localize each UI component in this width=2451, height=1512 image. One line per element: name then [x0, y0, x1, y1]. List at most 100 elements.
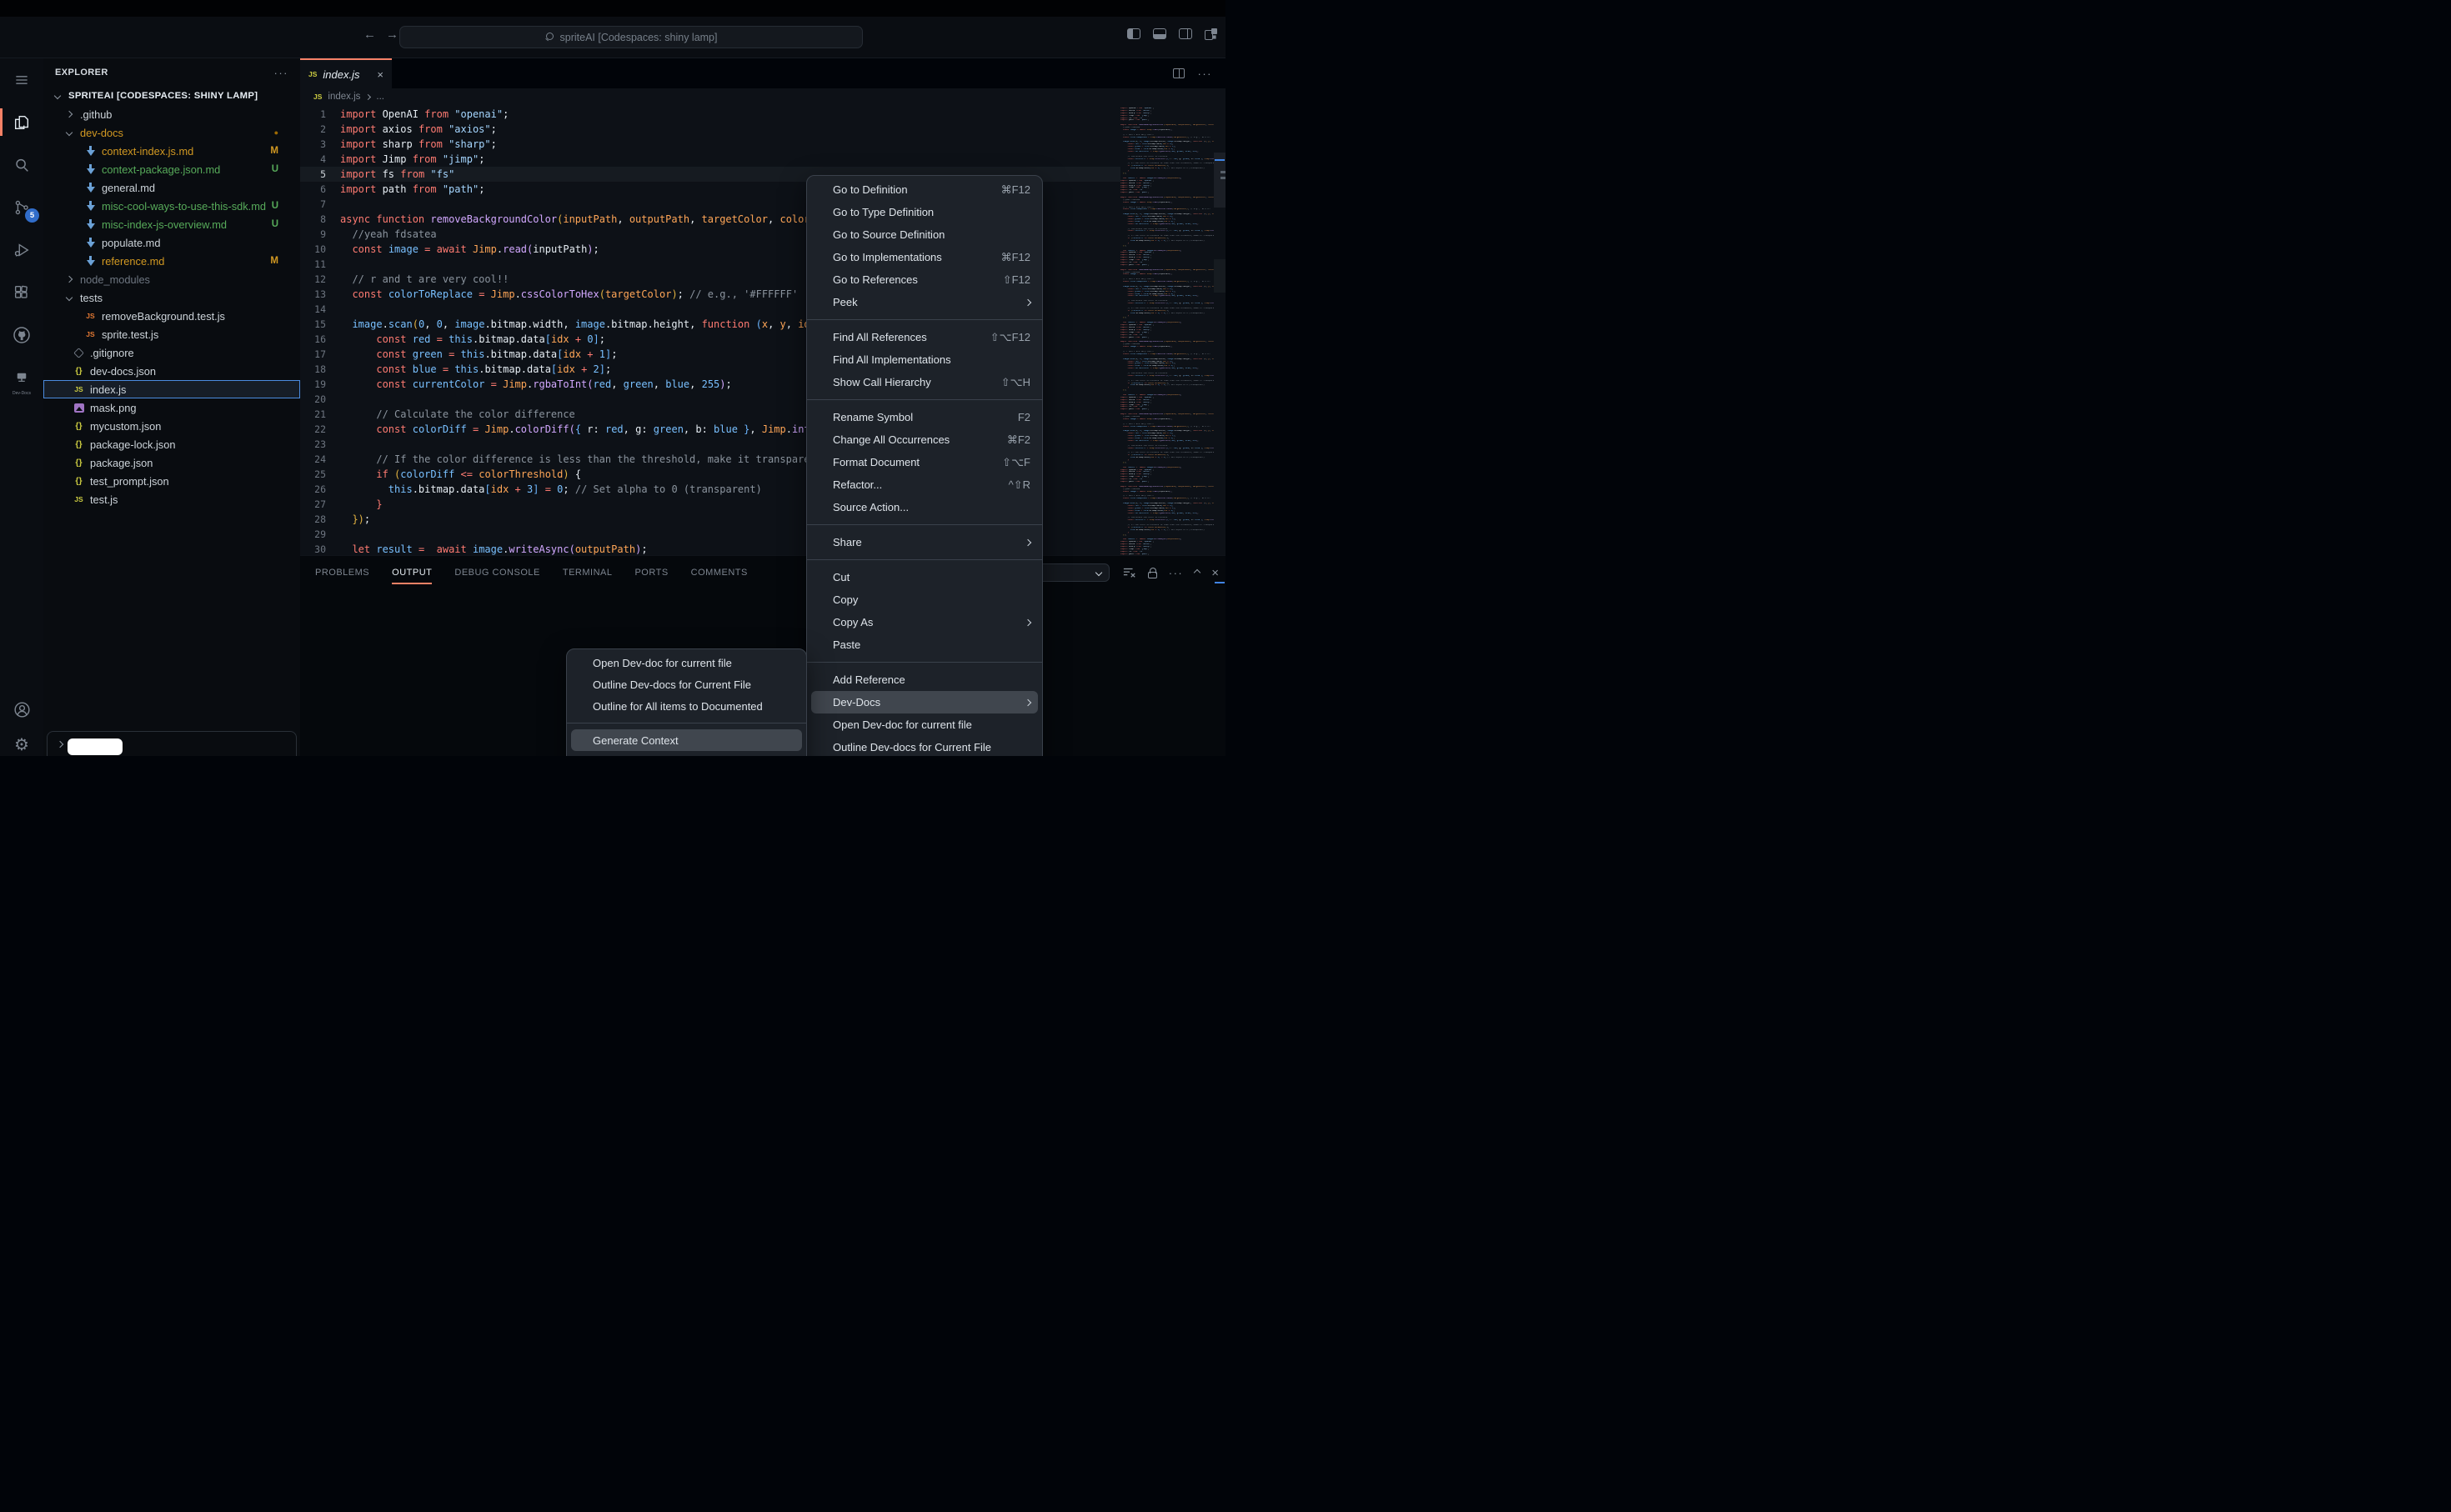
tree-item-test-js[interactable]: JStest.js — [43, 490, 300, 508]
menu-item-change-all-occurrences[interactable]: Change All Occurrences⌘F2 — [807, 428, 1042, 451]
code-line-3[interactable]: 3import sharp from "sharp"; — [300, 137, 1120, 152]
menu-item-cut[interactable]: Cut — [807, 566, 1042, 588]
split-editor-icon[interactable] — [1173, 68, 1185, 78]
tree-item-tests[interactable]: tests — [43, 288, 300, 307]
toggle-panel-icon[interactable] — [1153, 28, 1166, 39]
github-icon[interactable] — [0, 313, 43, 356]
menu-item-paste[interactable]: Paste — [807, 633, 1042, 656]
tree-item-mask-png[interactable]: mask.png — [43, 398, 300, 417]
menu-item-dev-docs[interactable]: Dev-Docs — [811, 691, 1038, 713]
customize-layout-icon[interactable] — [1205, 28, 1217, 39]
tree-item-dev-docs-json[interactable]: {}dev-docs.json — [43, 362, 300, 380]
submenu-item-generate-context[interactable]: Generate Context — [571, 729, 802, 751]
clear-output-icon[interactable] — [1123, 567, 1136, 578]
extensions-icon[interactable] — [0, 271, 43, 313]
line-number: 20 — [300, 392, 340, 407]
lock-icon[interactable] — [1148, 572, 1157, 578]
tree-item-mycustom-json[interactable]: {}mycustom.json — [43, 417, 300, 435]
history-forward-icon[interactable]: → — [386, 28, 398, 42]
panel-tab-output[interactable]: OUTPUT — [392, 556, 432, 589]
tab-index-js[interactable]: JS index.js × — [300, 58, 392, 88]
line-number: 27 — [300, 497, 340, 512]
menu-item-share[interactable]: Share — [807, 531, 1042, 553]
history-back-icon[interactable]: ← — [363, 28, 376, 42]
menu-item-find-all-references[interactable]: Find All References⇧⌥F12 — [807, 326, 1042, 348]
code-text: import axios from "axios"; — [340, 122, 497, 137]
menu-item-go-to-source-definition[interactable]: Go to Source Definition — [807, 223, 1042, 246]
menu-icon[interactable] — [0, 58, 43, 101]
tree-item-general-md[interactable]: general.md — [43, 178, 300, 197]
source-control-icon[interactable]: 5 — [0, 186, 43, 228]
menu-item-outline-dev-docs-for-current-file[interactable]: Outline Dev-docs for Current File — [807, 736, 1042, 756]
code-line-1[interactable]: 1import OpenAI from "openai"; — [300, 107, 1120, 122]
submenu-item-generate-context-to-md[interactable]: Generate Context to MD — [567, 751, 806, 756]
tree-item-misc-cool-ways-to-use-this-sdk-md[interactable]: misc-cool-ways-to-use-this-sdk.mdU — [43, 197, 300, 215]
explorer-icon[interactable] — [0, 101, 43, 143]
menu-item-find-all-implementations[interactable]: Find All Implementations — [807, 348, 1042, 371]
tree-item-gitignore[interactable]: .gitignore — [43, 343, 300, 362]
menu-item-copy-as[interactable]: Copy As — [807, 611, 1042, 633]
tree-item-github[interactable]: .github — [43, 105, 300, 123]
outline-section[interactable]: OUTLINE — [47, 731, 297, 756]
editor-scrollbar[interactable] — [1214, 105, 1226, 555]
menu-item-add-reference[interactable]: Add Reference — [807, 668, 1042, 691]
tree-item-node-modules[interactable]: node_modules — [43, 270, 300, 288]
panel-tab-debug-console[interactable]: DEBUG CONSOLE — [454, 556, 539, 589]
menu-item-go-to-references[interactable]: Go to References⇧F12 — [807, 268, 1042, 291]
breadcrumb-file[interactable]: index.js — [328, 92, 360, 102]
minimap[interactable]: import OpenAI from "openai";import axios… — [1120, 105, 1214, 555]
submenu-item-outline-for-all-items-to-documented[interactable]: Outline for All items to Documented — [567, 695, 806, 717]
code-text: import Jimp from "jimp"; — [340, 152, 484, 167]
download-icon — [83, 144, 98, 158]
tree-item-spriteai-codespaces-shiny-lamp[interactable]: SPRITEAI [CODESPACES: SHINY LAMP] — [43, 87, 300, 105]
command-center[interactable]: spriteAI [Codespaces: shiny lamp] — [399, 26, 863, 48]
breadcrumb-tail[interactable]: ... — [376, 92, 384, 102]
explorer-more-actions-icon[interactable]: ··· — [274, 67, 289, 79]
menu-item-go-to-type-definition[interactable]: Go to Type Definition — [807, 201, 1042, 223]
tree-item-sprite-test-js[interactable]: JSsprite.test.js — [43, 325, 300, 343]
tree-item-package-json[interactable]: {}package.json — [43, 453, 300, 472]
tree-item-populate-md[interactable]: populate.md — [43, 233, 300, 252]
tree-item-test-prompt-json[interactable]: {}test_prompt.json — [43, 472, 300, 490]
settings-gear-icon[interactable]: ⚙ — [0, 723, 43, 756]
menu-item-go-to-implementations[interactable]: Go to Implementations⌘F12 — [807, 246, 1042, 268]
tree-item-context-package-json-md[interactable]: context-package.json.mdU — [43, 160, 300, 178]
tab-close-icon[interactable]: × — [377, 68, 383, 81]
dev-docs-view-icon[interactable]: Dev-Docs — [0, 356, 43, 398]
panel-tab-ports[interactable]: PORTS — [634, 556, 668, 589]
code-line-4[interactable]: 4import Jimp from "jimp"; — [300, 152, 1120, 167]
editor-more-actions-icon[interactable]: ··· — [1198, 68, 1213, 80]
submenu-item-open-dev-doc-for-current-file[interactable]: Open Dev-doc for current file — [567, 652, 806, 673]
tree-item-package-lock-json[interactable]: {}package-lock.json — [43, 435, 300, 453]
tree-item-dev-docs[interactable]: dev-docs● — [43, 123, 300, 142]
maximize-panel-icon[interactable] — [1194, 569, 1200, 576]
run-debug-icon[interactable] — [0, 228, 43, 271]
toggle-secondary-sidebar-icon[interactable] — [1179, 28, 1192, 39]
menu-item-go-to-definition[interactable]: Go to Definition⌘F12 — [807, 178, 1042, 201]
menu-item-source-action[interactable]: Source Action... — [807, 496, 1042, 518]
panel-more-actions-icon[interactable]: ··· — [1169, 567, 1184, 579]
submenu-item-outline-dev-docs-for-current-file[interactable]: Outline Dev-docs for Current File — [567, 673, 806, 695]
code-line-2[interactable]: 2import axios from "axios"; — [300, 122, 1120, 137]
menu-item-format-document[interactable]: Format Document⇧⌥F — [807, 451, 1042, 473]
menu-item-open-dev-doc-for-current-file[interactable]: Open Dev-doc for current file — [807, 713, 1042, 736]
tree-item-context-index-js-md[interactable]: context-index.js.mdM — [43, 142, 300, 160]
panel-tab-problems[interactable]: PROBLEMS — [315, 556, 369, 589]
menu-item-refactor[interactable]: Refactor...^⇧R — [807, 473, 1042, 496]
tree-item-reference-md[interactable]: reference.mdM — [43, 252, 300, 270]
menu-item-rename-symbol[interactable]: Rename SymbolF2 — [807, 406, 1042, 428]
tree-item-misc-index-js-overview-md[interactable]: misc-index-js-overview.mdU — [43, 215, 300, 233]
line-number: 9 — [300, 227, 340, 242]
menu-item-copy[interactable]: Copy — [807, 588, 1042, 611]
tree-item-index-js[interactable]: JSindex.js — [43, 380, 300, 398]
close-panel-icon[interactable]: × — [1211, 566, 1219, 580]
menu-item-peek[interactable]: Peek — [807, 291, 1042, 313]
panel-tab-terminal[interactable]: TERMINAL — [563, 556, 613, 589]
breadcrumb[interactable]: JS index.js ... — [300, 88, 1226, 105]
tree-item-removebackground-test-js[interactable]: JSremoveBackground.test.js — [43, 307, 300, 325]
panel-tab-comments[interactable]: COMMENTS — [691, 556, 748, 589]
json-file-icon: {} — [72, 364, 86, 378]
toggle-primary-sidebar-icon[interactable] — [1127, 28, 1140, 39]
search-view-icon[interactable] — [0, 143, 43, 186]
menu-item-show-call-hierarchy[interactable]: Show Call Hierarchy⇧⌥H — [807, 371, 1042, 393]
